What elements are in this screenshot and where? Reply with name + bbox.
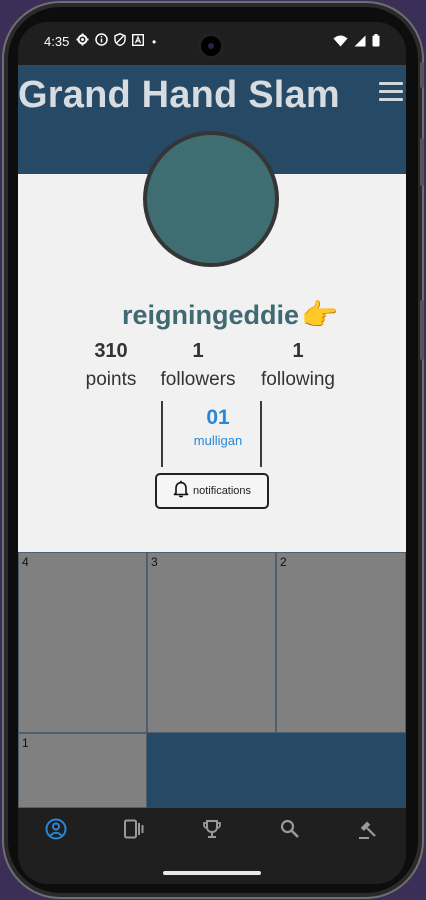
phone-screen: 4:35 • Grand Hand Slam reigningeddie 👉 3…: [18, 22, 406, 884]
stat-label: followers: [160, 369, 236, 390]
stat-following[interactable]: 1 following: [254, 340, 342, 391]
grid-tile[interactable]: 1: [18, 733, 147, 808]
stat-value: 310: [94, 340, 128, 362]
stat-points: 310 points: [80, 340, 142, 391]
status-bar: 4:35 •: [18, 22, 406, 64]
divider-right: [260, 401, 262, 467]
notifications-label: notifications: [192, 485, 252, 497]
notifications-button[interactable]: notifications: [155, 473, 269, 509]
pointing-hand-icon: 👉: [301, 298, 339, 332]
battery-icon: [372, 34, 380, 52]
app-title: Grand Hand Slam: [18, 74, 340, 116]
notification-dot: •: [152, 35, 157, 49]
tile-number: 1: [22, 736, 29, 750]
cards-icon[interactable]: [122, 817, 146, 841]
grid-tile[interactable]: 4: [18, 552, 147, 733]
tile-number: 2: [280, 555, 287, 569]
divider-left: [161, 401, 163, 467]
text-box-icon: [131, 33, 145, 51]
avatar[interactable]: [143, 131, 279, 267]
bell-icon: [173, 480, 189, 503]
mulligan: 01 mulligan: [178, 406, 258, 448]
username: reigningeddie: [122, 300, 300, 330]
status-icons-left: •: [76, 33, 156, 51]
bottom-nav: [18, 808, 406, 850]
stat-label: points: [85, 369, 137, 390]
home-indicator[interactable]: [163, 871, 261, 875]
trophy-icon[interactable]: [200, 817, 224, 841]
shield-icon: [114, 33, 126, 51]
stat-value: 1: [192, 340, 204, 362]
power-button: [420, 138, 424, 186]
mulligan-value: 01: [206, 406, 230, 429]
profile-icon[interactable]: [44, 817, 68, 841]
info-icon: [95, 33, 108, 51]
hand-grid: 4 3 2 1: [18, 552, 406, 808]
signal-icon: [354, 34, 366, 52]
status-icons-right: [333, 34, 380, 52]
grid-tile[interactable]: 3: [147, 552, 276, 733]
mulligan-label: mulligan: [193, 433, 243, 448]
search-icon[interactable]: [278, 817, 302, 841]
stat-label: following: [261, 369, 335, 390]
tile-number: 4: [22, 555, 29, 569]
front-camera: [198, 33, 224, 59]
stat-followers[interactable]: 1 followers: [155, 340, 241, 391]
tile-number: 3: [151, 555, 158, 569]
settings-gear-icon: [76, 33, 89, 51]
gavel-icon[interactable]: [356, 817, 380, 841]
side-button: [420, 300, 424, 360]
status-time: 4:35: [44, 34, 70, 49]
username-row: reigningeddie 👉: [122, 300, 338, 331]
stat-value: 1: [292, 340, 304, 362]
hamburger-menu-icon[interactable]: [379, 81, 405, 103]
wifi-icon: [333, 34, 348, 52]
grid-tile[interactable]: 2: [276, 552, 406, 733]
volume-button: [420, 62, 424, 88]
